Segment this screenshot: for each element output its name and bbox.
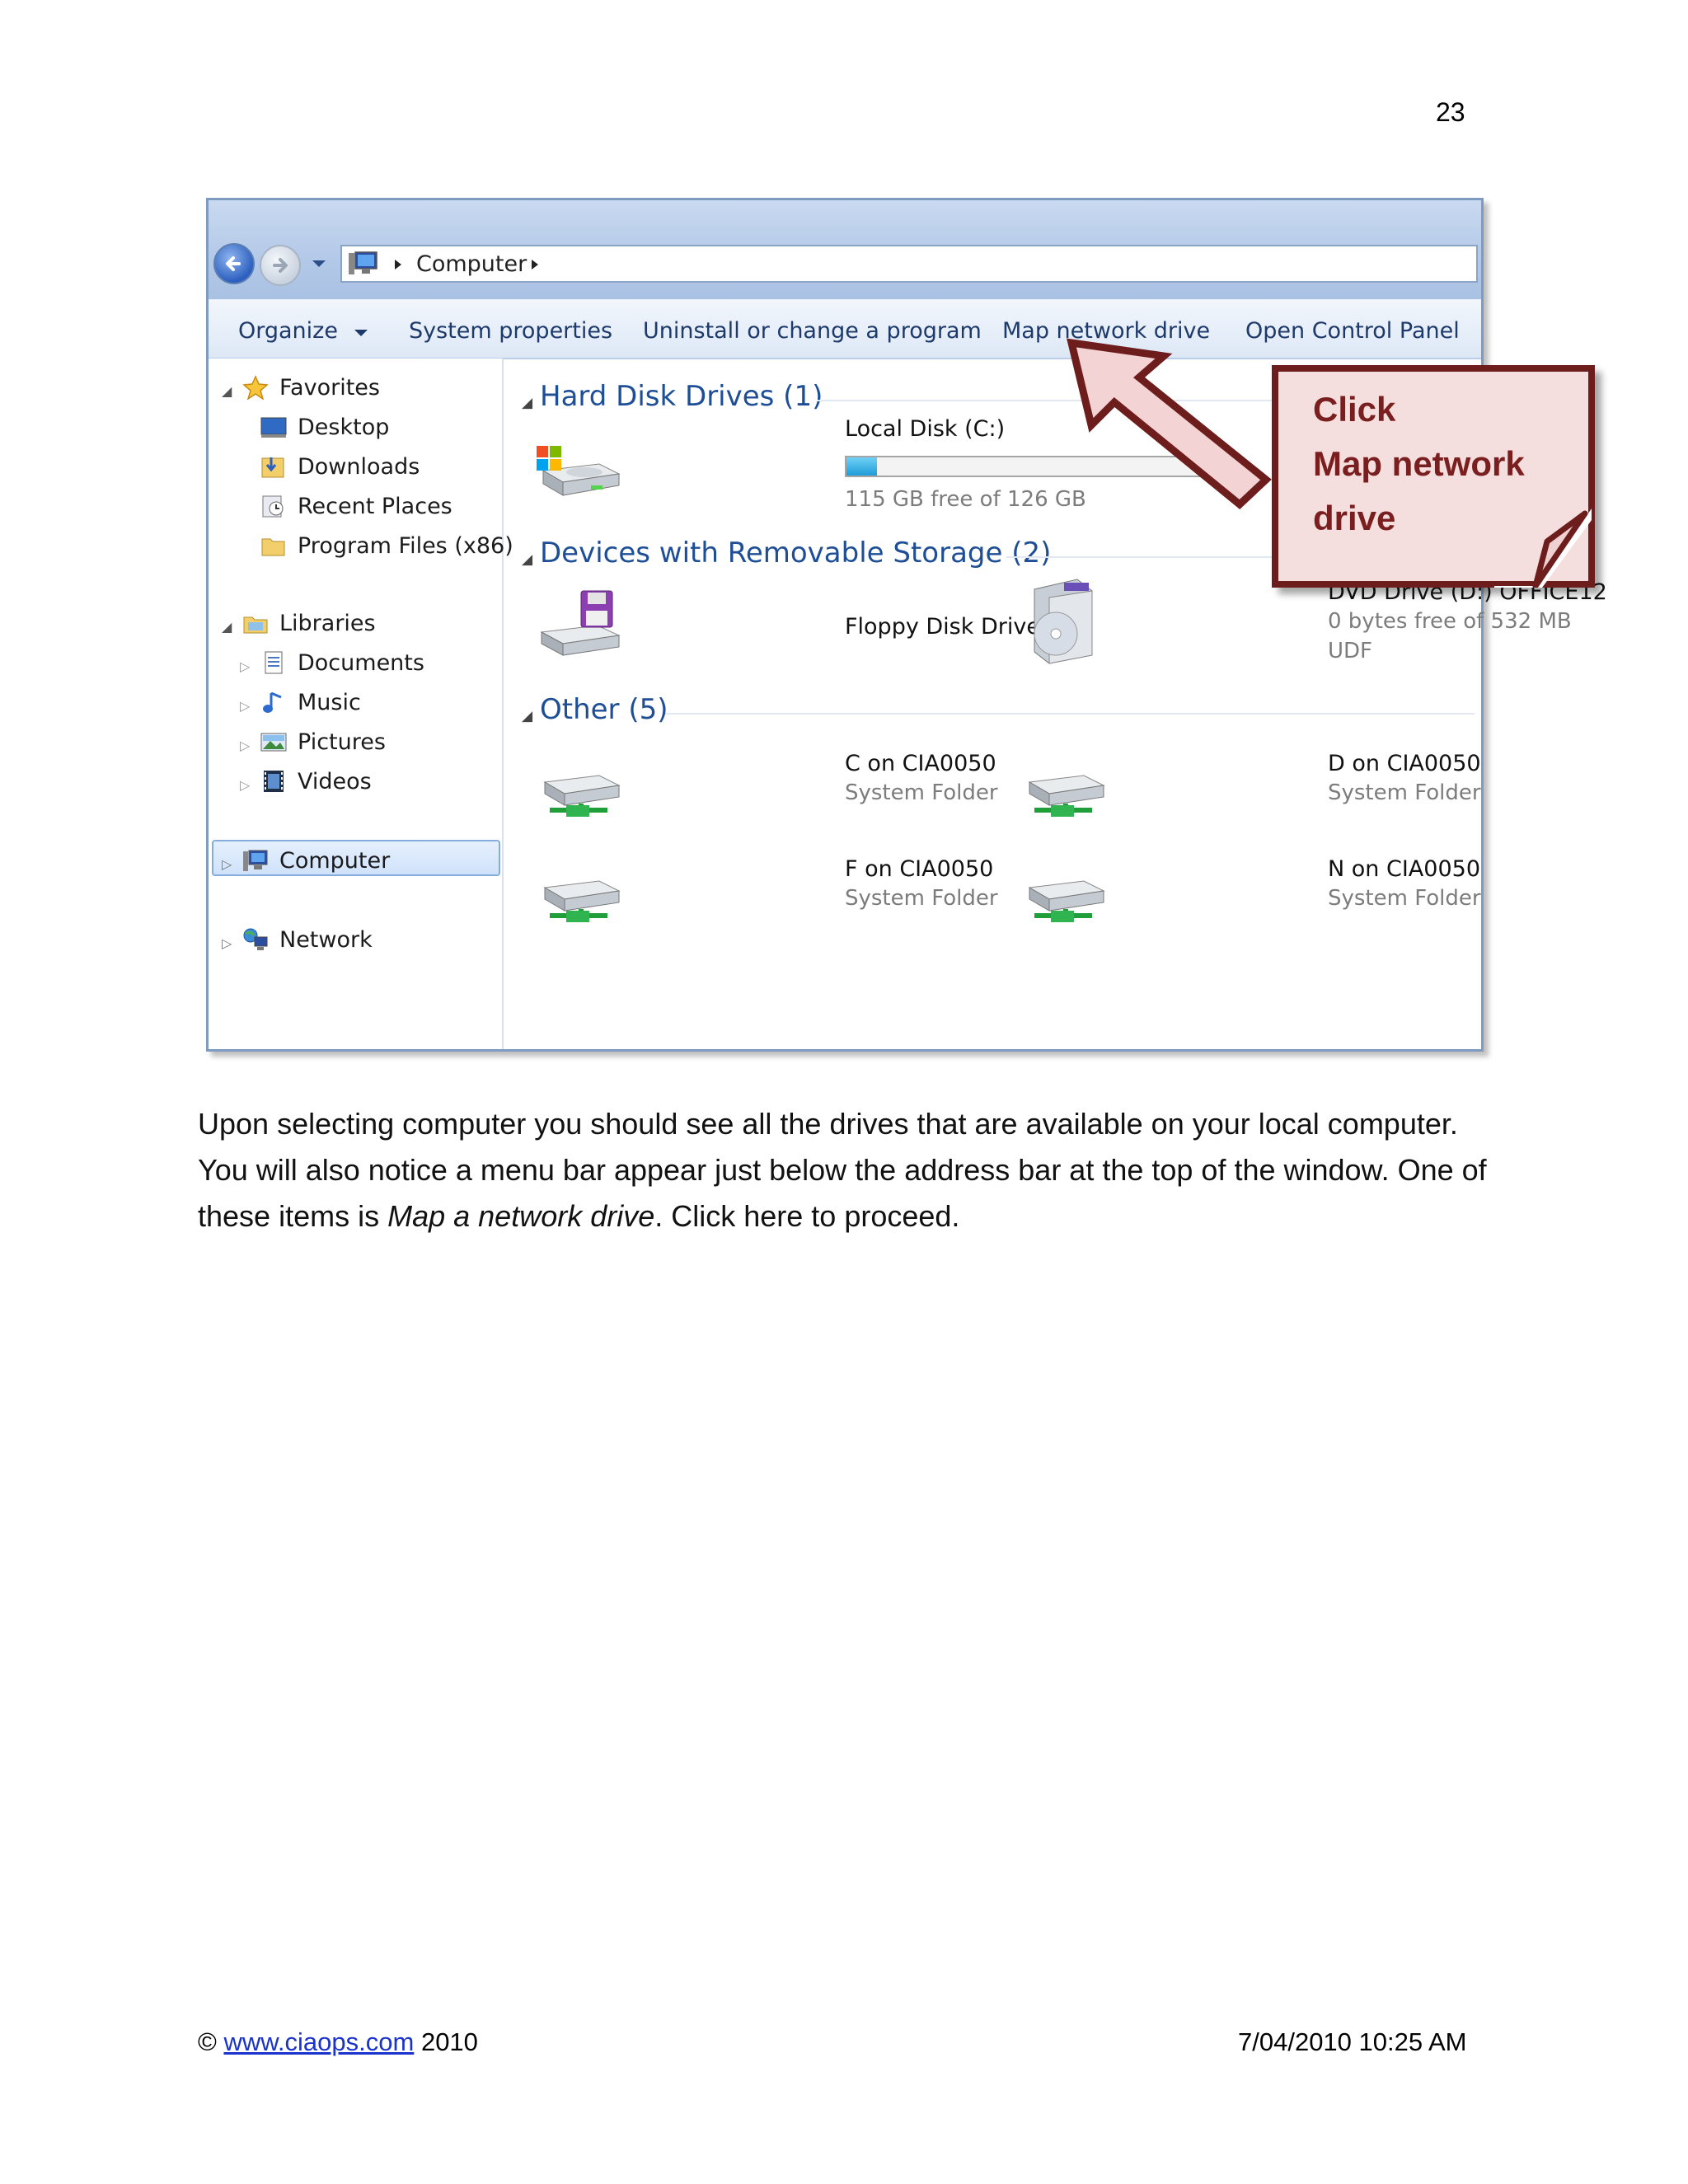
folded-corner-icon [1494, 509, 1592, 588]
downloads-folder-icon [261, 457, 284, 478]
network-drive-icon[interactable] [533, 863, 624, 937]
group-collapse-triangle-icon[interactable]: ◢ [522, 708, 532, 724]
group-collapse-triangle-icon[interactable]: ◢ [522, 551, 532, 568]
title-bar: Computer [209, 200, 1481, 299]
emphasis-map-network-drive: Map a network drive [387, 1199, 655, 1233]
other-item-type: System Folder [1328, 780, 1481, 805]
libraries-icon [243, 616, 268, 634]
back-button[interactable] [213, 243, 255, 284]
breadcrumb-expand-icon[interactable] [530, 258, 540, 271]
collapsed-triangle-icon[interactable]: ▷ [222, 935, 232, 951]
pictures-icon [260, 733, 287, 752]
dvd-drive-free-space: 0 bytes free of 532 MB [1328, 609, 1572, 634]
other-item-type: System Folder [1328, 886, 1481, 911]
local-disk-name[interactable]: Local Disk (C:) [845, 416, 1005, 442]
dvd-drive-filesystem: UDF [1328, 639, 1373, 663]
callout-line-1: Click [1313, 390, 1396, 429]
breadcrumb-computer[interactable]: Computer [416, 251, 527, 277]
disk-capacity-used [846, 457, 878, 476]
group-header-hard-disk[interactable]: Hard Disk Drives (1) [540, 380, 823, 413]
uninstall-program-button[interactable]: Uninstall or change a program [643, 318, 982, 344]
network-drive-icon[interactable] [533, 757, 624, 832]
group-collapse-triangle-icon[interactable]: ◢ [522, 395, 532, 411]
system-properties-button[interactable]: System properties [409, 318, 612, 344]
callout-line-3: drive [1313, 499, 1396, 537]
dvd-drive-icon[interactable] [1018, 576, 1100, 667]
network-globe-icon [243, 928, 268, 950]
page-number: 23 [1436, 97, 1465, 127]
videos-film-icon [264, 771, 284, 792]
explorer-window: Computer Organize System properties Unin… [206, 198, 1607, 1052]
other-item-name[interactable]: F on CIA0050 [845, 856, 993, 882]
collapsed-triangle-icon[interactable]: ▷ [222, 856, 232, 872]
command-bar: Organize System properties Uninstall or … [209, 299, 1481, 359]
documents-icon [265, 651, 283, 674]
other-item-name[interactable]: N on CIA0050 [1328, 856, 1480, 882]
organize-button[interactable]: Organize [238, 318, 368, 344]
collapsed-triangle-icon[interactable]: ▷ [240, 658, 250, 674]
desktop-icon [260, 417, 287, 438]
music-note-icon [263, 691, 282, 713]
address-bar[interactable]: Computer [340, 245, 1478, 283]
collapsed-triangle-icon[interactable]: ▷ [240, 698, 250, 714]
callout-note: Click Map network drive [1272, 365, 1595, 588]
local-disk-free-space: 115 GB free of 126 GB [845, 487, 1086, 512]
computer-icon [243, 850, 268, 871]
other-item-name[interactable]: C on CIA0050 [845, 751, 996, 776]
group-header-removable[interactable]: Devices with Removable Storage (2) [540, 537, 1051, 569]
navigation-pane: ◢ Favorites Desktop Downloads Recent Pla… [209, 359, 513, 1049]
callout-line-2: Map network [1313, 444, 1525, 483]
breadcrumb-separator-icon[interactable] [393, 258, 403, 271]
footer-datetime: 7/04/2010 10:25 AM [1238, 2027, 1467, 2056]
computer-icon [349, 251, 377, 274]
footer-copyright: © www.ciaops.com 2010 [198, 2027, 478, 2056]
arrow-left-icon [226, 256, 241, 271]
recent-places-icon [262, 495, 284, 518]
callout-arrow-icon [1067, 338, 1272, 509]
footer-website-link[interactable]: www.ciaops.com [223, 2027, 414, 2056]
expanded-triangle-icon[interactable]: ◢ [222, 383, 232, 399]
collapsed-triangle-icon[interactable]: ▷ [240, 738, 250, 753]
recent-pages-chevron-down-icon[interactable] [311, 258, 327, 269]
chevron-down-icon [354, 330, 368, 336]
collapsed-triangle-icon[interactable]: ▷ [240, 777, 250, 793]
local-disk-drive-icon[interactable] [533, 434, 624, 500]
other-item-type: System Folder [845, 780, 998, 805]
body-paragraph: Upon selecting computer you should see a… [198, 1107, 1487, 1233]
group-divider [665, 713, 1475, 715]
star-icon [242, 375, 269, 400]
expanded-triangle-icon[interactable]: ◢ [222, 619, 232, 635]
folder-icon [261, 538, 285, 556]
forward-button[interactable] [260, 245, 301, 286]
network-drive-icon[interactable] [1018, 757, 1109, 832]
network-drive-icon[interactable] [1018, 863, 1109, 937]
group-header-other[interactable]: Other (5) [540, 693, 668, 726]
other-item-type: System Folder [845, 886, 998, 911]
floppy-disk-drive-icon[interactable] [533, 586, 624, 660]
arrow-right-icon [273, 258, 288, 273]
other-item-name[interactable]: D on CIA0050 [1328, 751, 1481, 776]
